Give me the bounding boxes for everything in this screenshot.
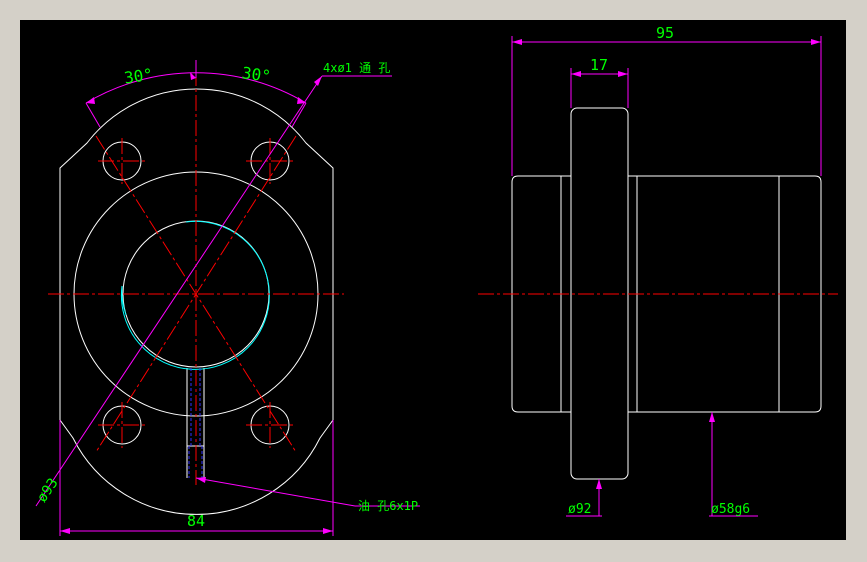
drawing-canvas[interactable] — [20, 20, 846, 540]
width-label: 84 — [187, 512, 205, 530]
body-diameter-label: ø58g6 — [711, 502, 750, 517]
angle-left-label: 30° — [123, 65, 154, 88]
length-label: 95 — [656, 24, 674, 42]
flange-thickness-label: 17 — [590, 56, 608, 74]
angle-right-label: 30° — [241, 63, 272, 86]
holes-label: 4xø1 通 孔 — [323, 61, 390, 75]
flange-diameter-label: ø92 — [568, 502, 591, 517]
cad-viewport[interactable]: 30° 30° 4xø1 通 孔 ø93 84 油 孔6x1P 95 17 ø9… — [0, 0, 867, 562]
cad-drawing: 30° 30° 4xø1 通 孔 ø93 84 油 孔6x1P 95 17 ø9… — [0, 0, 867, 562]
oil-port-label: 油 孔6x1P — [358, 499, 418, 513]
